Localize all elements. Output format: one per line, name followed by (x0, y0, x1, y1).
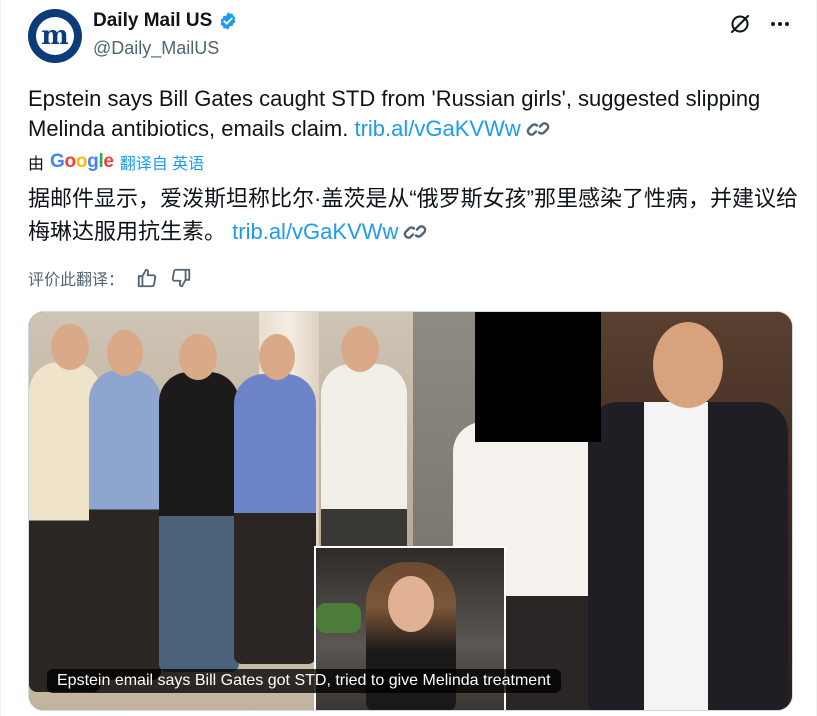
thumbs-up-icon[interactable] (136, 267, 158, 289)
tweet-card[interactable]: m Daily Mail US @Daily_MailUS Epstein sa… (0, 0, 817, 716)
tweet-link[interactable]: trib.al/vGaKVWw (354, 116, 520, 141)
verified-badge-icon (220, 12, 236, 30)
display-name[interactable]: Daily Mail US (93, 10, 212, 32)
translated-text: 据邮件显示，爱泼斯坦称比尔·盖茨是从“俄罗斯女孩”那里感染了性病，并建议给梅琳达… (28, 182, 803, 248)
translated-by: 由 Google 翻译自 英语 (28, 150, 204, 174)
grok-icon[interactable] (728, 12, 752, 36)
translated-link[interactable]: trib.al/vGaKVWw (232, 219, 398, 244)
link-icon (404, 225, 427, 239)
rate-label: 评价此翻译： (28, 272, 125, 289)
handle[interactable]: @Daily_MailUS (93, 38, 219, 59)
translated-from-link[interactable]: 翻译自 英语 (120, 150, 204, 174)
header-actions (728, 12, 792, 36)
thumbs-down-icon[interactable] (170, 267, 192, 289)
more-icon[interactable] (768, 12, 792, 36)
google-logo: Google (50, 151, 114, 172)
avatar[interactable]: m (28, 9, 82, 63)
link-icon (526, 122, 549, 136)
tweet-text: Epstein says Bill Gates caught STD from … (28, 84, 798, 144)
avatar-logo: m (36, 17, 74, 55)
censor-box (475, 312, 601, 442)
name-row: Daily Mail US (93, 10, 238, 32)
media-caption: Epstein email says Bill Gates got STD, t… (47, 669, 561, 693)
by-label: 由 (28, 156, 45, 173)
rate-translation: 评价此翻译： (28, 266, 192, 290)
tweet-media-image[interactable]: Epstein email says Bill Gates got STD, t… (28, 311, 793, 711)
